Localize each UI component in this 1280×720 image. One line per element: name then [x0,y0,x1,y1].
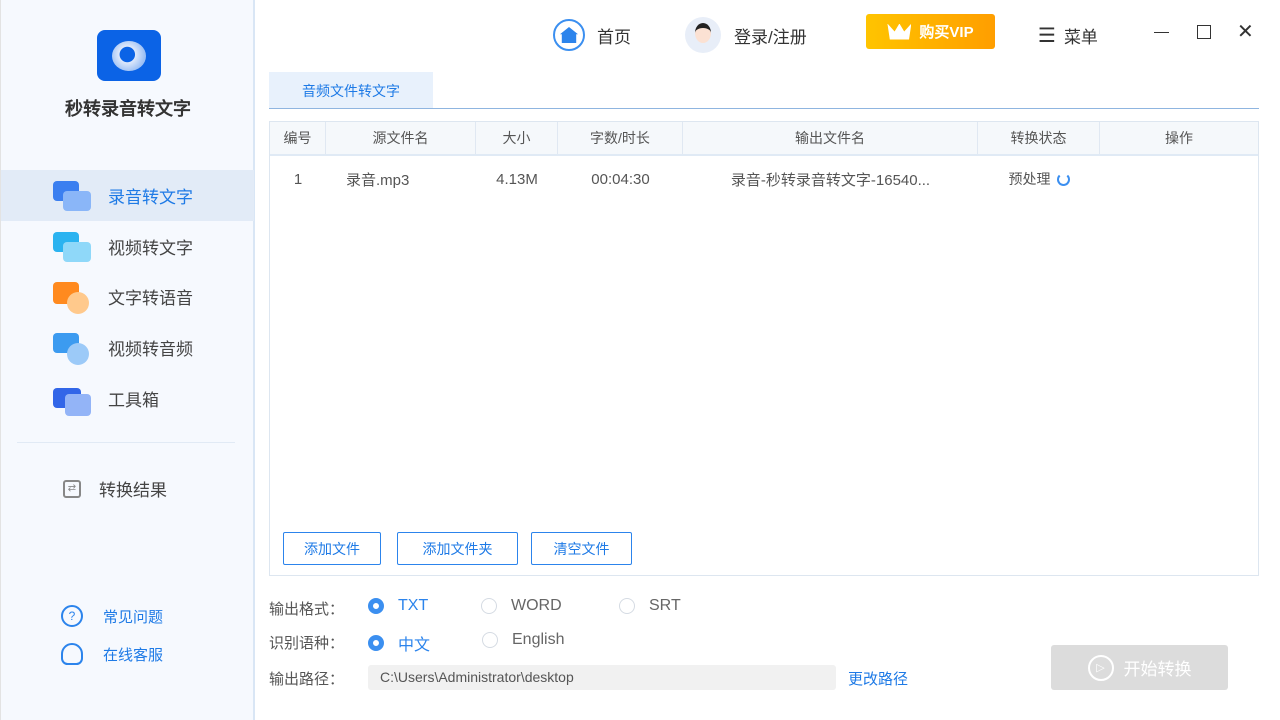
sidebar-item-text-to-speech[interactable]: 文字转语音 [1,271,254,322]
format-radio-txt[interactable]: TXT [368,597,428,615]
home-button[interactable]: 首页 [553,16,631,54]
status-text: 预处理 [1009,169,1051,189]
table-row[interactable]: 1 录音.mp3 4.13M 00:04:30 录音-秒转录音转文字-16540… [270,156,1258,202]
table-header: 编号 源文件名 大小 字数/时长 输出文件名 转换状态 操作 [270,122,1258,156]
path-label: 输出路径： [269,668,344,689]
sidebar-item-results[interactable]: ⇄ 转换结果 [1,463,254,514]
cell-status: 预处理 [978,156,1100,202]
change-path-link[interactable]: 更改路径 [848,668,908,689]
col-output: 输出文件名 [683,122,978,154]
col-source: 源文件名 [326,122,476,154]
text-speech-icon [53,282,91,312]
sidebar-item-video-to-audio[interactable]: 视频转音频 [1,322,254,373]
sidebar-divider [17,442,235,443]
headset-icon [61,643,83,665]
crown-icon [887,24,911,40]
audio-text-icon [53,181,91,211]
sidebar-item-video-to-text[interactable]: 视频转文字 [1,221,254,272]
col-size: 大小 [476,122,558,154]
maximize-button[interactable] [1195,22,1215,42]
cell-duration: 00:04:30 [558,156,683,202]
file-table: 编号 源文件名 大小 字数/时长 输出文件名 转换状态 操作 1 录音.mp3 … [269,121,1259,576]
tab-divider [269,108,1259,109]
buy-vip-button[interactable]: 购买VIP [866,14,995,49]
col-duration: 字数/时长 [558,122,683,154]
home-icon [553,19,585,51]
language-label: 识别语种： [269,632,344,653]
hamburger-icon: ☰ [1038,23,1056,48]
login-button[interactable]: 登录/注册 [685,16,807,54]
loading-spinner-icon [1057,173,1070,186]
toolbox-icon [53,384,91,414]
results-icon: ⇄ [63,480,81,498]
cell-size: 4.13M [476,156,558,202]
support-link[interactable]: 在线客服 [61,643,163,665]
cell-action [1100,156,1258,202]
cell-no: 1 [270,156,326,202]
format-label: 输出格式： [269,598,344,619]
output-path-field[interactable]: C:\Users\Administrator\desktop [368,665,836,690]
lang-radio-chinese[interactable]: 中文 [368,631,430,655]
start-convert-button[interactable]: ▷开始转换 [1051,645,1228,690]
app-name: 秒转录音转文字 [1,95,255,121]
minimize-button[interactable] [1152,22,1172,42]
question-icon: ? [61,605,83,627]
cell-source: 录音.mp3 [326,156,476,202]
format-radio-word[interactable]: WORD [481,597,562,615]
format-radio-srt[interactable]: SRT [619,597,681,615]
play-icon: ▷ [1088,655,1114,681]
add-folder-button[interactable]: 添加文件夹 [397,532,518,565]
menu-button[interactable]: ☰菜单 [1038,16,1098,54]
clear-files-button[interactable]: 清空文件 [531,532,632,565]
col-action: 操作 [1100,122,1258,154]
sidebar: 秒转录音转文字 录音转文字 视频转文字 文字转语音 视频转音频 工具箱 ⇄ 转换… [0,0,255,720]
app-logo [97,30,161,81]
tab-audio-to-text[interactable]: 音频文件转文字 [269,72,433,109]
sidebar-item-audio-to-text[interactable]: 录音转文字 [1,170,254,221]
faq-link[interactable]: ?常见问题 [61,605,163,627]
add-file-button[interactable]: 添加文件 [283,532,381,565]
video-audio-icon [53,333,91,363]
sidebar-item-toolbox[interactable]: 工具箱 [1,373,254,424]
lang-radio-english[interactable]: English [482,631,564,649]
cell-output: 录音-秒转录音转文字-16540... [683,156,978,202]
close-button[interactable]: ✕ [1237,22,1257,42]
col-no: 编号 [270,122,326,154]
video-text-icon [53,232,91,262]
col-status: 转换状态 [978,122,1100,154]
avatar-icon [685,17,721,53]
